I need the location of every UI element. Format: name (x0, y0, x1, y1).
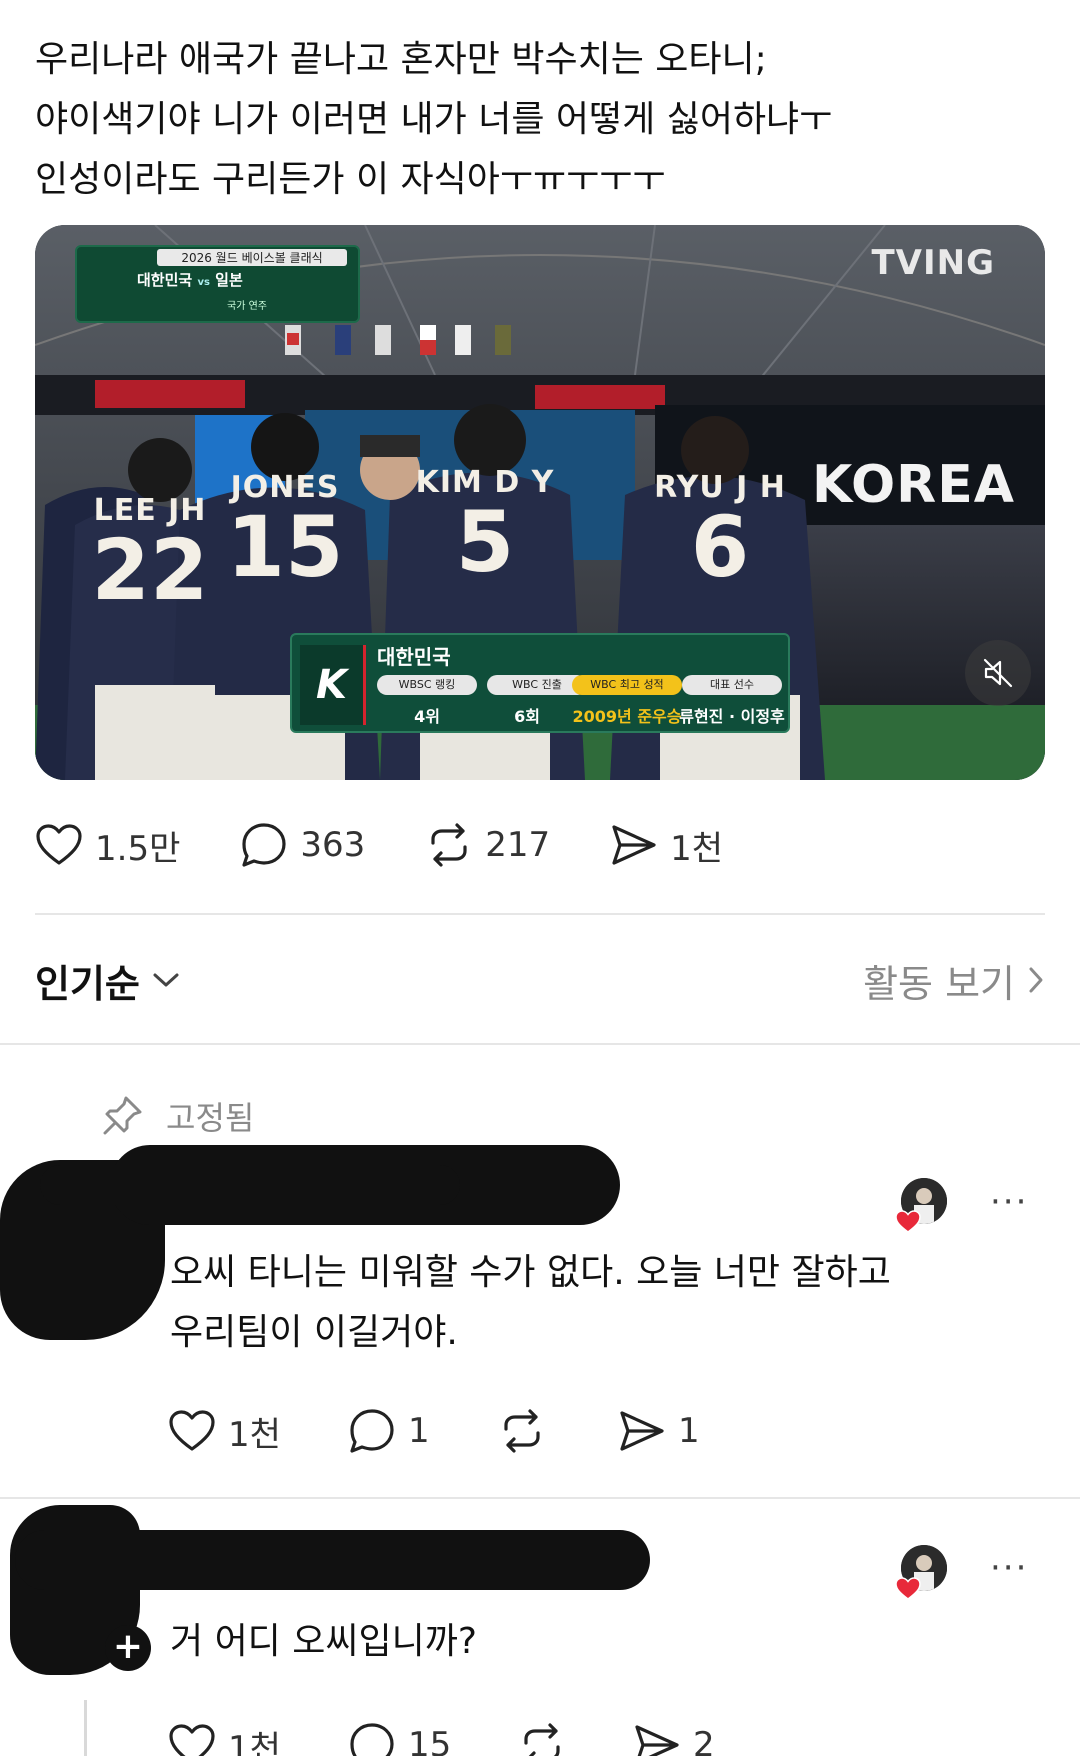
comment-reply-button[interactable]: 15 (348, 1721, 518, 1756)
share-count: 1천 (670, 828, 724, 869)
divider (35, 913, 1045, 915)
send-icon (620, 1411, 664, 1451)
jersey-player-4: RYU J H 6 (640, 470, 800, 589)
chevron-down-icon (153, 973, 179, 987)
redaction-mark (40, 1165, 460, 1205)
post-text-line: 인성이라도 구리든가 이 자식아ㅜㅠㅜㅜㅜ (35, 159, 666, 200)
post-video[interactable]: TVING KOREA 2026 월드 베이스볼 클래식 대한민국 vs 일본 … (35, 225, 1045, 780)
comment-reply-count: 15 (408, 1725, 452, 1756)
jersey-number: 15 (226, 498, 344, 596)
stat-label: 대표 선수 (682, 675, 782, 695)
pin-icon (103, 1096, 142, 1135)
comment-share-count: 1 (678, 1411, 700, 1451)
jersey-number: 6 (690, 498, 750, 596)
comment-actions: 1천 1 1 (168, 1401, 700, 1461)
comment-repost-button[interactable] (518, 1721, 633, 1756)
send-icon (612, 825, 656, 865)
scoreboard-home: 대한민국 (137, 271, 193, 289)
stat-value: 류현진 · 이정후 (679, 707, 785, 726)
heart-badge-icon (895, 1210, 921, 1233)
comment-text-line: 우리팀이 이길거야. (170, 1312, 458, 1353)
comment-share-count: 2 (693, 1725, 715, 1756)
like-button[interactable]: 1.5만 (35, 821, 180, 870)
broadcast-scoreboard: 2026 월드 베이스볼 클래식 대한민국 vs 일본 국가 연주 (75, 245, 360, 323)
thread-line (84, 1700, 87, 1756)
comment-actions: 1천 15 2 (168, 1715, 715, 1756)
scoreboard-matchup: 대한민국 vs 일본 (137, 269, 243, 290)
comment-like-button[interactable]: 1천 (168, 1721, 348, 1756)
stat-label: WBC 최고 성적 (572, 675, 682, 695)
comment-sort-row: 인기순 활동 보기 (35, 950, 1045, 1010)
heart-icon (36, 824, 82, 865)
share-button[interactable]: 1천 (610, 821, 723, 870)
comment-like-count: 1천 (228, 1728, 281, 1756)
jersey-player-1: LEE JH 22 (90, 493, 210, 612)
team-name: 대한민국 (377, 645, 451, 669)
comment-reply-button[interactable]: 1 (348, 1407, 498, 1455)
jersey-number: 5 (455, 493, 515, 591)
repost-icon (431, 823, 467, 867)
view-activity-link[interactable]: 활동 보기 (863, 953, 1045, 1008)
view-activity-label: 활동 보기 (863, 961, 1015, 1006)
follow-plus-button[interactable]: + (105, 1625, 151, 1671)
comment-text: 오씨 타니는 미워할 수가 없다. 오늘 너만 잘하고 우리팀이 이길거야. (170, 1243, 891, 1363)
post-text-line: 야이색기야 니가 이러면 내가 너를 어떻게 싫어하냐ㅜ (35, 99, 833, 140)
repost-icon (524, 1723, 560, 1756)
send-icon (635, 1725, 679, 1756)
post-text-line: 우리나라 애국가 끝나고 혼자만 박수치는 오타니; (35, 39, 767, 80)
divider (0, 1497, 1080, 1499)
jersey-player-3: KIM D Y 5 (410, 465, 560, 584)
repost-icon (504, 1409, 540, 1453)
stadium-sign: KOREA (812, 455, 1015, 515)
muted-speaker-icon (983, 658, 1013, 688)
scoreboard-sub: 국가 연주 (227, 301, 267, 312)
jersey-player-2: JONES 15 (210, 470, 360, 589)
divider (0, 1043, 1080, 1045)
scoreboard-vs: vs (197, 277, 210, 288)
scoreboard-event: 2026 월드 베이스볼 클래식 (157, 249, 347, 266)
team-info-bar: K 대한민국 WBSC 랭킹 WBC 진출 WBC 최고 성적 대표 선수 4위… (290, 633, 790, 733)
comment-share-button[interactable]: 2 (633, 1721, 715, 1756)
sort-dropdown[interactable]: 인기순 (35, 953, 180, 1008)
stat-value: 2009년 준우승 (572, 707, 682, 726)
like-count: 1.5만 (95, 828, 181, 869)
heart-badge-icon (895, 1577, 921, 1600)
pinned-label: 고정됨 (166, 1099, 255, 1137)
commenter-avatar[interactable] (895, 1545, 947, 1600)
sort-label: 인기순 (35, 961, 140, 1006)
comment-bubble-icon (350, 1723, 394, 1756)
jersey-number: 22 (91, 521, 209, 619)
comment-like-count: 1천 (228, 1414, 281, 1455)
repost-count: 217 (485, 825, 551, 865)
comment-repost-button[interactable] (498, 1407, 618, 1455)
more-options-button[interactable]: ··· (990, 1551, 1028, 1585)
repost-button[interactable]: 217 (425, 821, 550, 869)
comment-button[interactable]: 363 (240, 821, 365, 869)
comment-text: 거 어디 오씨입니까? (170, 1612, 477, 1672)
scoreboard-away: 일본 (215, 271, 243, 289)
redaction-mark (15, 1530, 650, 1590)
pinned-indicator: 고정됨 (100, 1093, 254, 1139)
comment-text-line: 거 어디 오씨입니까? (170, 1621, 477, 1662)
chevron-right-icon (1029, 967, 1043, 993)
post-actions: 1.5만 363 217 1천 (35, 815, 783, 875)
tving-watermark: TVING (871, 243, 995, 283)
team-logo: K (300, 645, 366, 725)
post-text: 우리나라 애국가 끝나고 혼자만 박수치는 오타니; 야이색기야 니가 이러면 … (35, 30, 1035, 210)
comment-bubble-icon (350, 1409, 394, 1453)
comment-reply-count: 1 (408, 1411, 430, 1451)
comment-share-button[interactable]: 1 (618, 1407, 700, 1455)
more-options-button[interactable]: ··· (990, 1185, 1028, 1219)
stat-value: 4위 (414, 707, 440, 726)
comment-count: 363 (300, 825, 366, 865)
stat-label: WBSC 랭킹 (377, 675, 477, 695)
heart-icon (169, 1724, 215, 1756)
mute-button[interactable] (965, 640, 1031, 706)
comment-text-line: 오씨 타니는 미워할 수가 없다. 오늘 너만 잘하고 (170, 1252, 891, 1293)
commenter-avatar[interactable] (895, 1178, 947, 1233)
comment-bubble-icon (242, 823, 286, 867)
comment-like-button[interactable]: 1천 (168, 1407, 348, 1456)
heart-icon (169, 1410, 215, 1451)
